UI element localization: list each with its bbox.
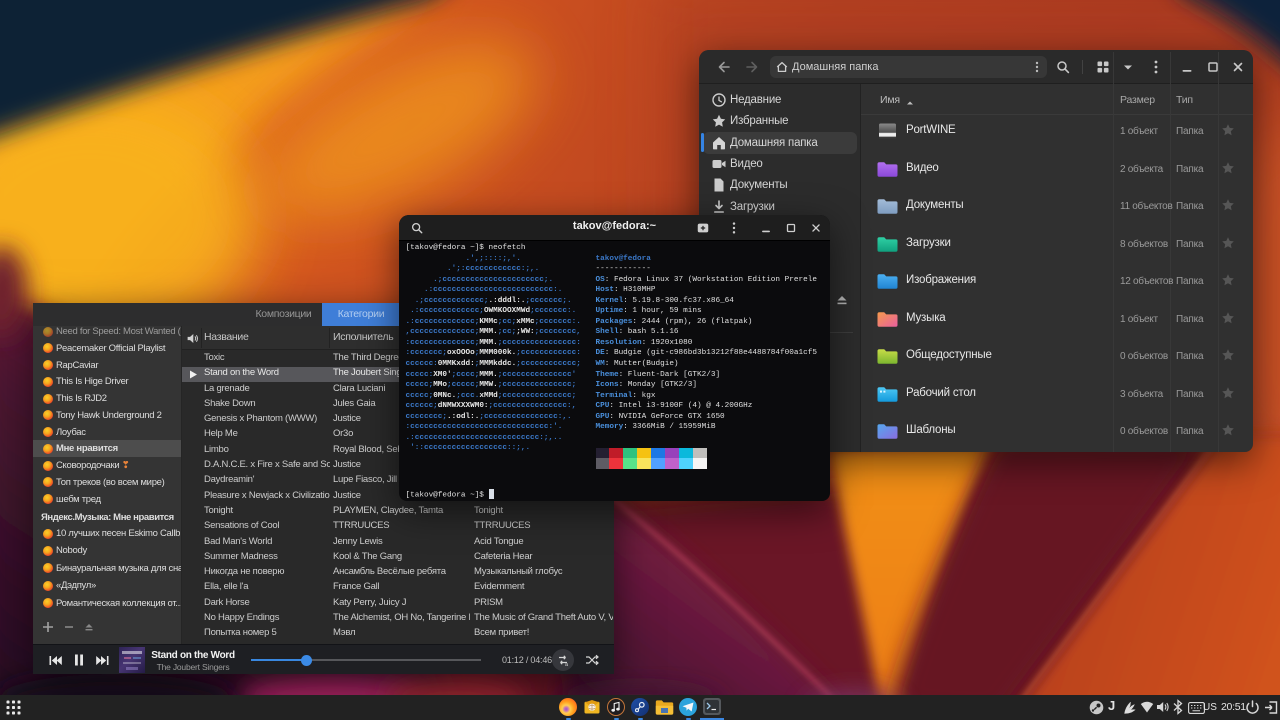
svg-text:a: a [565, 662, 569, 667]
